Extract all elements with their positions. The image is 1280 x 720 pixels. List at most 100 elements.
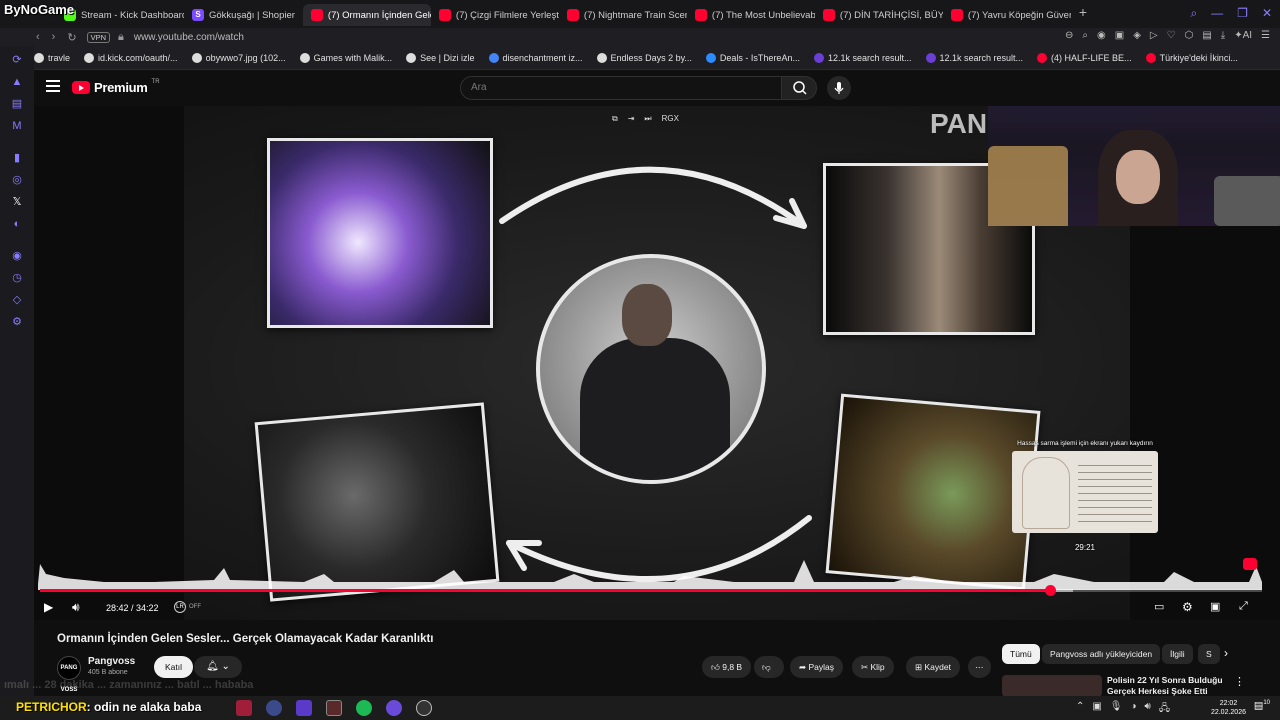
extension-icon[interactable]: ⬡ (1185, 30, 1194, 41)
tab-0[interactable]: Stream - Kick Dashboard (56, 4, 184, 26)
cube-icon[interactable]: ◇ (11, 294, 23, 306)
volume-tray-icon[interactable]: 🔊︎ (1145, 701, 1151, 718)
twitch-icon[interactable]: ▮ (11, 152, 23, 164)
menu-icon[interactable] (46, 80, 60, 92)
youtube-logo[interactable]: Premium TR (72, 79, 160, 95)
app-icon-1[interactable] (236, 700, 252, 716)
search-button[interactable] (781, 76, 817, 100)
play-icon[interactable]: ▶ (44, 600, 53, 614)
restore-icon[interactable]: ❐ (1237, 6, 1248, 21)
forward-icon[interactable]: › (52, 31, 56, 43)
x-icon[interactable]: 𝕏 (11, 196, 23, 208)
tab-2[interactable]: (7) Ormanın İçinden Gelen (302, 4, 431, 26)
autoplay-toggle[interactable]: LR OFF (174, 601, 201, 613)
search-icon[interactable]: ⌕ (1082, 30, 1088, 41)
sync-icon[interactable]: ⟳ (11, 54, 23, 66)
system-clock[interactable]: 22:02 22.02.2026 (1211, 699, 1246, 717)
heart-icon[interactable]: ♡ (1167, 30, 1176, 41)
chip-0[interactable]: Tümü (1002, 644, 1040, 664)
save-button[interactable]: ⊞ Kaydet (906, 656, 960, 678)
menu-icon[interactable]: ☰ (1261, 30, 1270, 41)
channel-avatar[interactable]: PANG VOSS (57, 656, 81, 693)
reload-icon[interactable]: ↻ (67, 31, 76, 44)
video-player[interactable]: ⧉ ⇥ ⏭ RGX PAN Hassas sarma işlemi için e… (34, 106, 1280, 620)
share-button[interactable]: ➦ Paylaş (790, 656, 843, 678)
fullscreen-icon[interactable]: ⤢ (1239, 600, 1248, 613)
mail-icon[interactable]: M (11, 120, 23, 132)
bookmark-item[interactable]: Türkiye'deki İkinci... (1145, 52, 1238, 63)
history-icon[interactable]: ◷ (11, 272, 23, 284)
chevron-up-icon[interactable]: ⌃ (1076, 701, 1084, 718)
wallet-icon[interactable]: ▤ (1202, 30, 1211, 41)
bookmark-item[interactable]: 12.1k search result... (813, 52, 912, 63)
chip-2[interactable]: İlgili (1162, 644, 1193, 664)
play-icon[interactable]: ▷ (1150, 30, 1158, 41)
mic-tray-icon[interactable]: 🎙︎ (1110, 701, 1123, 718)
app-tray-icon[interactable]: ▣ (1092, 701, 1101, 718)
chat-icon[interactable]: ▤ (11, 98, 23, 110)
bookmark-item[interactable]: obywwo7.jpg (102... (191, 52, 286, 63)
app-icon-6[interactable] (386, 700, 402, 716)
bookmark-item[interactable]: See | Dizi izle (406, 52, 475, 63)
voice-search-button[interactable] (827, 76, 851, 100)
bookmark-item[interactable]: disenchantment iz... (488, 52, 583, 63)
bookmark-item[interactable]: 12.1k search result... (925, 52, 1023, 63)
chip-3[interactable]: S (1198, 644, 1220, 664)
close-icon[interactable]: ✕ (1262, 6, 1272, 21)
app-icon-4[interactable] (326, 700, 342, 716)
dislike-button[interactable]: 👎︎ (754, 656, 784, 678)
settings-icon[interactable]: ⚙ (11, 316, 23, 328)
chip-1[interactable]: Pangvoss adlı yükleyiciden (1042, 644, 1161, 664)
bookmark-item[interactable]: Deals - IsThereAn... (705, 52, 800, 63)
subscribe-bell-button[interactable]: 🔔︎ ⌄ (194, 656, 242, 678)
spotify-icon[interactable] (356, 700, 372, 716)
subtitles-icon[interactable]: ▭ (1154, 600, 1164, 613)
channel-name[interactable]: Pangvoss (88, 656, 135, 667)
recommendation-title[interactable]: Polisin 22 Yıl Sonra Bulduğu Gerçek Herk… (1107, 675, 1227, 697)
tab-7[interactable]: (7) Yavru Köpeğin Güvenli (943, 4, 1071, 26)
minimize-icon[interactable]: — (1211, 6, 1223, 21)
obs-icon[interactable] (416, 700, 432, 716)
notification-icon[interactable]: ▤10 (1254, 700, 1270, 711)
volume-icon[interactable]: 🔊︎ (72, 600, 80, 615)
ai-icon[interactable]: ✦AI (1234, 30, 1252, 41)
bookmark-item[interactable]: (4) HALF-LIFE BE... (1037, 52, 1132, 63)
search-icon[interactable]: ⌕ (1190, 6, 1197, 21)
tab-4[interactable]: (7) Nightmare Train Scena (559, 4, 687, 26)
zoom-icon[interactable]: ⊖ (1065, 30, 1073, 41)
tab-6[interactable]: (7) DİN TARİHÇİSİ, BÜYÜ (815, 4, 943, 26)
join-button[interactable]: Katıl (154, 656, 194, 678)
camera-icon[interactable]: ◉ (1097, 30, 1106, 41)
download-icon[interactable]: ⤓ (1221, 30, 1225, 41)
search-input[interactable]: Ara (460, 76, 782, 100)
recommendation-thumbnail[interactable] (1002, 675, 1102, 697)
youtube-mini-icon[interactable] (1243, 558, 1257, 570)
back-icon[interactable]: ‹ (36, 31, 40, 43)
like-button[interactable]: 👍︎ 9,8 B (702, 656, 752, 678)
clip-button[interactable]: ✂ Klip (852, 656, 894, 678)
shield-icon[interactable]: ◈ (1133, 30, 1141, 41)
player-icon[interactable]: ◉ (11, 250, 23, 262)
tab-5[interactable]: (7) The Most Unbelievable (687, 4, 815, 26)
bookmark-item[interactable]: travle (34, 52, 70, 63)
app-icon-3[interactable] (296, 700, 312, 716)
bag-icon[interactable]: ▲ (11, 76, 23, 88)
bookmark-item[interactable]: Endless Days 2 by... (596, 52, 692, 63)
settings-icon[interactable]: ⚙ (1182, 600, 1193, 614)
lock-icon[interactable]: 🔒︎ (118, 31, 124, 44)
bookmark-item[interactable]: Games with Malik... (299, 52, 392, 63)
progress-bar[interactable] (40, 585, 1262, 596)
snapshot-icon[interactable]: ▣ (1115, 30, 1124, 41)
network-icon[interactable]: 🖧︎ (1159, 701, 1170, 718)
discord-icon[interactable]: ◐ (11, 218, 23, 230)
instagram-icon[interactable]: ◎ (11, 174, 23, 186)
chevron-right-icon[interactable]: › (1224, 646, 1228, 660)
more-actions-button[interactable]: ⋯ (968, 656, 991, 678)
vpn-badge[interactable]: VPN (86, 31, 110, 43)
tray-extra-icon[interactable]: ◑ (1130, 701, 1136, 718)
url-field[interactable]: www.youtube.com/watch (134, 32, 244, 43)
bookmark-item[interactable]: id.kick.com/oauth/... (84, 52, 178, 63)
app-icon-2[interactable] (266, 700, 282, 716)
kebab-menu-icon[interactable]: ⋮ (1234, 675, 1245, 688)
tab-1[interactable]: S Gökkuşağı | Shopier (184, 4, 303, 26)
